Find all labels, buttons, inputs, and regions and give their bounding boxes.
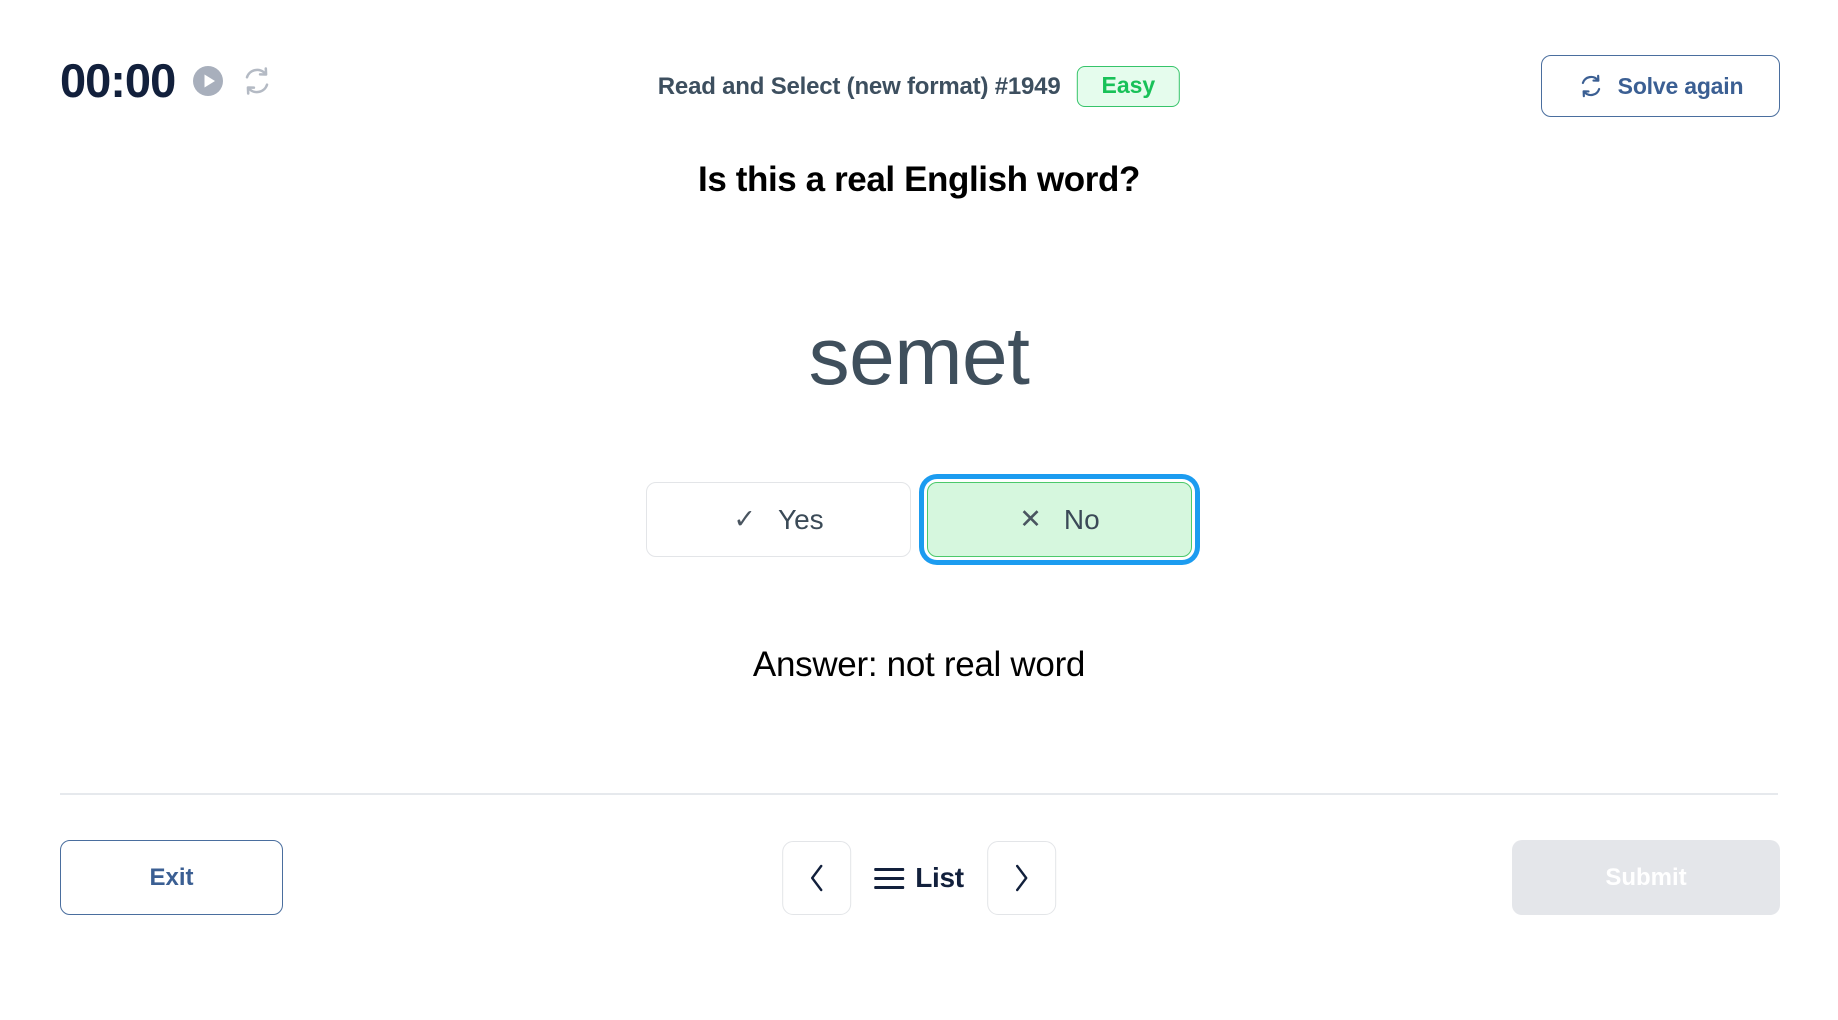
word-display: semet (808, 311, 1030, 402)
chevron-right-icon (1016, 864, 1028, 892)
refresh-icon[interactable] (241, 65, 273, 97)
timer-group: 00:00 (60, 57, 273, 104)
solve-again-button[interactable]: Solve again (1541, 55, 1780, 117)
question-prompt: Is this a real English word? (698, 160, 1140, 199)
choice-group: ✓ Yes ✕ No (0, 482, 1838, 557)
choice-yes-button[interactable]: ✓ Yes (646, 482, 911, 557)
exit-button[interactable]: Exit (60, 840, 283, 915)
play-circle-icon[interactable] (193, 65, 224, 96)
choice-yes-label: Yes (777, 503, 824, 535)
list-label: List (915, 862, 964, 893)
answer-text: Answer: not real word (752, 645, 1086, 684)
solve-again-label: Solve again (1617, 72, 1744, 99)
chevron-left-icon (810, 864, 822, 892)
list-button[interactable]: List (868, 864, 970, 892)
check-icon: ✓ (733, 504, 756, 534)
choice-no-button[interactable]: ✕ No (927, 482, 1192, 557)
footer-navigation: List (782, 841, 1056, 915)
app-header: 00:00 Read and Select (new format) #1949… (0, 0, 1838, 130)
previous-button[interactable] (782, 841, 852, 915)
difficulty-badge: Easy (1076, 66, 1181, 107)
submit-button[interactable]: Submit (1512, 840, 1780, 915)
hamburger-menu-icon (874, 867, 905, 889)
cross-icon: ✕ (1019, 504, 1042, 534)
choice-no-label: No (1063, 503, 1100, 535)
timer-display: 00:00 (60, 54, 176, 107)
next-button[interactable] (986, 841, 1056, 915)
header-center: Read and Select (new format) #1949 Easy (657, 66, 1181, 107)
page-title: Read and Select (new format) #1949 (657, 72, 1061, 100)
refresh-icon (1581, 74, 1600, 98)
footer-divider (60, 793, 1778, 795)
